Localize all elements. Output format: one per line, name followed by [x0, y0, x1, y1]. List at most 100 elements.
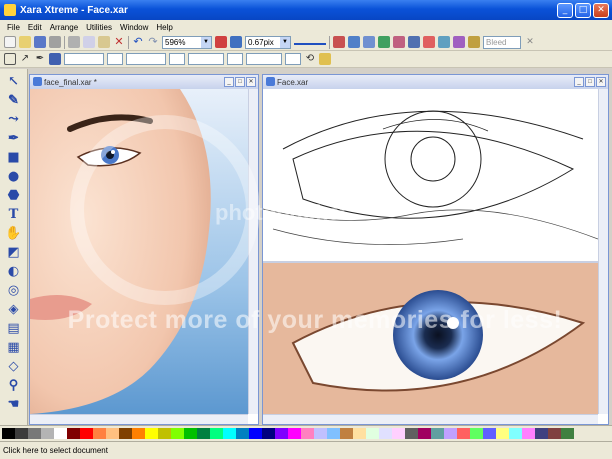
- colour-swatch[interactable]: [483, 428, 496, 439]
- vertical-scrollbar[interactable]: [598, 89, 608, 414]
- fill-tool[interactable]: ◩: [6, 244, 22, 260]
- doc-close-button[interactable]: ✕: [246, 77, 256, 87]
- colour-swatch[interactable]: [496, 428, 509, 439]
- colour-swatch[interactable]: [41, 428, 54, 439]
- line-width-combo[interactable]: 0.67pix ▼: [245, 35, 291, 49]
- colour-swatch[interactable]: [548, 428, 561, 439]
- save-icon[interactable]: [34, 36, 46, 48]
- shadow-tool[interactable]: ▤: [6, 320, 22, 336]
- colour-swatch[interactable]: [405, 428, 418, 439]
- colour-swatch[interactable]: [171, 428, 184, 439]
- colour-swatch[interactable]: [561, 428, 574, 439]
- colour-swatch[interactable]: [15, 428, 28, 439]
- colour-swatch[interactable]: [145, 428, 158, 439]
- arrow-icon[interactable]: ↗: [19, 53, 31, 65]
- ungroup-icon[interactable]: [408, 36, 420, 48]
- move-backward-icon[interactable]: [363, 36, 375, 48]
- doc-maximize-button[interactable]: □: [235, 77, 245, 87]
- w-spin[interactable]: [169, 53, 185, 65]
- break-icon[interactable]: [438, 36, 450, 48]
- shape-editor-tool[interactable]: ⤳: [6, 111, 22, 127]
- angle-field[interactable]: [246, 53, 282, 65]
- colour-swatch[interactable]: [158, 428, 171, 439]
- document-window-face-final[interactable]: face_final.xar * _ □ ✕: [29, 74, 259, 425]
- colour-swatch[interactable]: [106, 428, 119, 439]
- x-position-field[interactable]: [64, 53, 104, 65]
- colour-swatch[interactable]: [210, 428, 223, 439]
- colour-swatch[interactable]: [418, 428, 431, 439]
- bevel-tool[interactable]: ◈: [6, 301, 22, 317]
- colour-swatch[interactable]: [2, 428, 15, 439]
- angle-spin[interactable]: [285, 53, 301, 65]
- menu-help[interactable]: Help: [152, 23, 176, 32]
- pen-tool[interactable]: ✒: [6, 130, 22, 146]
- document-title-bar[interactable]: face_final.xar * _ □ ✕: [30, 75, 258, 89]
- blend-combo[interactable]: Bleed: [483, 35, 521, 49]
- colour-swatch[interactable]: [301, 428, 314, 439]
- pencil-icon[interactable]: [319, 53, 331, 65]
- colour-swatch[interactable]: [470, 428, 483, 439]
- push-tool[interactable]: ✋: [5, 225, 21, 241]
- move-forward-icon[interactable]: [348, 36, 360, 48]
- colour-swatch[interactable]: [223, 428, 236, 439]
- delete-icon[interactable]: ✕: [113, 36, 125, 48]
- width-field[interactable]: [126, 53, 166, 65]
- colour-swatch[interactable]: [444, 428, 457, 439]
- close-button[interactable]: ✕: [593, 2, 609, 18]
- contour-tool[interactable]: ◎: [6, 282, 22, 298]
- colour-swatch[interactable]: [275, 428, 288, 439]
- copy-icon[interactable]: [83, 36, 95, 48]
- quickshape-tool[interactable]: ⬣: [6, 187, 22, 203]
- transparency-tool[interactable]: ◐: [6, 263, 22, 279]
- colour-swatch[interactable]: [353, 428, 366, 439]
- undo-icon[interactable]: ↶: [132, 36, 144, 48]
- print-icon[interactable]: [49, 36, 61, 48]
- lock-aspect-icon[interactable]: [49, 53, 61, 65]
- colour-swatch[interactable]: [262, 428, 275, 439]
- document-window-face[interactable]: Face.xar _ □ ✕: [262, 74, 609, 425]
- face-illustration[interactable]: [30, 89, 248, 414]
- colour-swatch[interactable]: [54, 428, 67, 439]
- menu-utilities[interactable]: Utilities: [82, 23, 116, 32]
- colour-swatch[interactable]: [379, 428, 392, 439]
- colour-swatch[interactable]: [67, 428, 80, 439]
- scale-spin[interactable]: [227, 53, 243, 65]
- eye-wireframe-view[interactable]: [263, 89, 598, 259]
- rectangle-tool[interactable]: ■: [6, 149, 22, 165]
- chevron-down-icon[interactable]: ▼: [201, 36, 211, 48]
- blend-tool[interactable]: ◇: [6, 358, 22, 374]
- put-back-icon[interactable]: [378, 36, 390, 48]
- open-folder-icon[interactable]: [19, 36, 31, 48]
- colour-swatch[interactable]: [132, 428, 145, 439]
- colour-swatch[interactable]: [197, 428, 210, 439]
- group-icon[interactable]: [393, 36, 405, 48]
- colour-swatch[interactable]: [184, 428, 197, 439]
- bring-front-icon[interactable]: [333, 36, 345, 48]
- eye-rendered-view[interactable]: [263, 263, 598, 414]
- pen-nib-icon[interactable]: ✒: [34, 53, 46, 65]
- mould-tool[interactable]: ▦: [6, 339, 22, 355]
- x-spin[interactable]: [107, 53, 123, 65]
- menu-window[interactable]: Window: [116, 23, 152, 32]
- colour-swatch[interactable]: [366, 428, 379, 439]
- ellipse-tool[interactable]: ●: [6, 168, 22, 184]
- selector-tool[interactable]: ↖: [6, 73, 22, 89]
- selector-grid-icon[interactable]: [4, 53, 16, 65]
- clipart-icon[interactable]: [468, 36, 480, 48]
- colour-swatch[interactable]: [93, 428, 106, 439]
- minimize-button[interactable]: _: [557, 2, 573, 18]
- colour-swatch[interactable]: [288, 428, 301, 439]
- colour-swatch[interactable]: [314, 428, 327, 439]
- horizontal-scrollbar[interactable]: [30, 414, 248, 424]
- text-tool[interactable]: T: [6, 206, 22, 222]
- colour-swatch[interactable]: [80, 428, 93, 439]
- brush-stroke-preview[interactable]: [294, 39, 326, 45]
- horizontal-scrollbar[interactable]: [263, 414, 598, 424]
- paste-icon[interactable]: [98, 36, 110, 48]
- colour-swatch[interactable]: [249, 428, 262, 439]
- colour-swatch[interactable]: [509, 428, 522, 439]
- doc-minimize-button[interactable]: _: [224, 77, 234, 87]
- vertical-scrollbar[interactable]: [248, 89, 258, 414]
- colour-swatch[interactable]: [327, 428, 340, 439]
- doc-minimize-button[interactable]: _: [574, 77, 584, 87]
